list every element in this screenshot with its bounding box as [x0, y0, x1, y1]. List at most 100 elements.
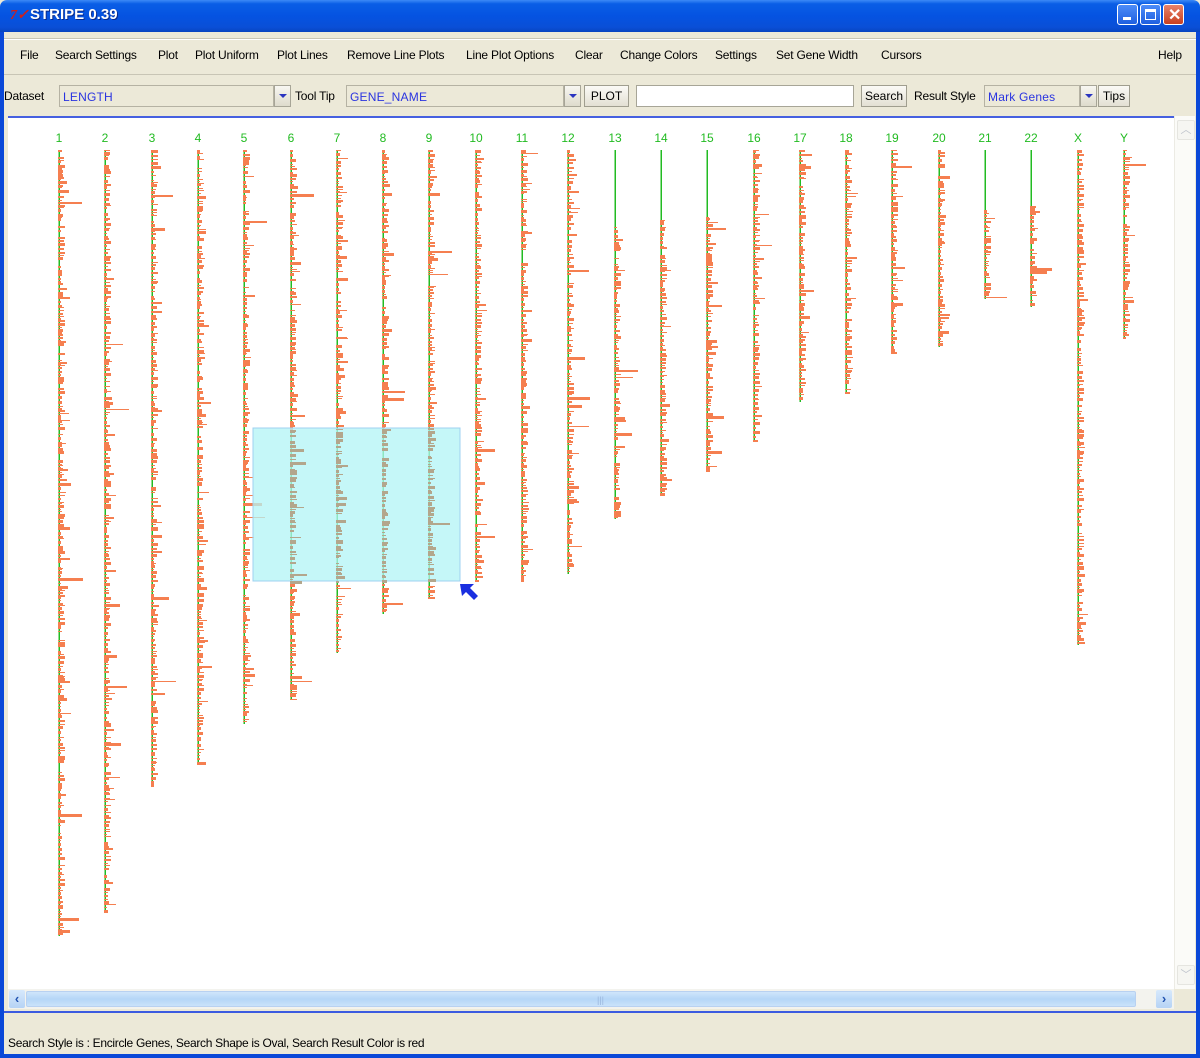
gene-bar[interactable]	[197, 333, 204, 335]
gene-bar[interactable]	[104, 252, 108, 254]
gene-bar[interactable]	[104, 588, 108, 589]
gene-bar[interactable]	[197, 642, 205, 643]
gene-bar[interactable]	[614, 485, 619, 486]
gene-bar[interactable]	[104, 291, 111, 294]
gene-bar[interactable]	[58, 668, 61, 671]
selected-gene-bar[interactable]	[336, 475, 339, 477]
gene-bar[interactable]	[336, 380, 339, 383]
gene-bar[interactable]	[753, 217, 760, 218]
gene-bar[interactable]	[58, 681, 70, 683]
gene-bar[interactable]	[104, 717, 107, 719]
gene-bar[interactable]	[428, 390, 432, 391]
gene-bar[interactable]	[290, 231, 293, 232]
gene-bar[interactable]	[891, 296, 897, 297]
gene-bar[interactable]	[753, 440, 758, 442]
gene-bar[interactable]	[521, 217, 524, 219]
tooltip-select[interactable]: GENE_NAME	[346, 85, 564, 107]
gene-bar[interactable]	[475, 230, 479, 231]
selected-gene-bar[interactable]	[336, 480, 341, 482]
gene-bar[interactable]	[567, 205, 571, 208]
gene-bar[interactable]	[151, 408, 158, 410]
gene-bar[interactable]	[521, 249, 526, 250]
gene-bar[interactable]	[567, 451, 572, 453]
gene-bar[interactable]	[382, 276, 389, 277]
gene-bar[interactable]	[58, 720, 65, 722]
gene-bar[interactable]	[243, 401, 246, 403]
gene-bar[interactable]	[475, 490, 478, 493]
gene-bar[interactable]	[104, 401, 109, 402]
gene-bar[interactable]	[1077, 214, 1081, 217]
gene-bar[interactable]	[614, 428, 618, 429]
gene-bar[interactable]	[243, 221, 267, 223]
gene-bar[interactable]	[197, 304, 202, 306]
gene-bar[interactable]	[151, 535, 162, 538]
gene-bar[interactable]	[891, 303, 903, 306]
gene-bar[interactable]	[1077, 315, 1084, 316]
selected-gene-bar[interactable]	[428, 517, 433, 518]
selected-gene-bar[interactable]	[382, 528, 388, 529]
gene-bar[interactable]	[243, 340, 246, 341]
gene-bar[interactable]	[753, 190, 758, 193]
gene-bar[interactable]	[1077, 486, 1080, 488]
gene-bar[interactable]	[382, 260, 389, 262]
gene-bar[interactable]	[706, 249, 710, 250]
gene-bar[interactable]	[151, 171, 154, 173]
gene-bar[interactable]	[660, 447, 666, 450]
gene-bar[interactable]	[891, 221, 895, 224]
gene-bar[interactable]	[799, 246, 803, 249]
gene-bar[interactable]	[475, 539, 480, 542]
gene-bar[interactable]	[1077, 420, 1084, 422]
gene-bar[interactable]	[475, 421, 481, 422]
selected-gene-bar[interactable]	[336, 435, 343, 438]
gene-bar[interactable]	[58, 772, 62, 773]
gene-bar[interactable]	[58, 714, 61, 715]
gene-bar[interactable]	[58, 218, 61, 219]
gene-bar[interactable]	[845, 368, 853, 369]
gene-bar[interactable]	[660, 462, 667, 465]
gene-bar[interactable]	[58, 607, 62, 610]
gene-bar[interactable]	[475, 306, 479, 308]
gene-bar[interactable]	[475, 371, 478, 372]
gene-bar[interactable]	[753, 152, 756, 153]
gene-bar[interactable]	[799, 211, 805, 213]
selected-gene-bar[interactable]	[428, 438, 436, 441]
gene-bar[interactable]	[1077, 319, 1082, 321]
selected-gene-bar[interactable]	[290, 541, 296, 544]
gene-bar[interactable]	[290, 159, 296, 162]
gene-bar[interactable]	[58, 316, 64, 317]
gene-bar[interactable]	[428, 410, 432, 413]
gene-bar[interactable]	[336, 189, 343, 190]
gene-bar[interactable]	[521, 534, 524, 535]
gene-bar[interactable]	[58, 514, 65, 516]
gene-bar[interactable]	[428, 302, 432, 304]
gene-bar[interactable]	[753, 436, 756, 438]
gene-bar[interactable]	[845, 370, 852, 372]
gene-bar[interactable]	[58, 503, 62, 504]
gene-bar[interactable]	[660, 453, 665, 455]
gene-bar[interactable]	[243, 171, 248, 174]
gene-bar[interactable]	[382, 150, 385, 153]
gene-bar[interactable]	[243, 424, 247, 427]
gene-bar[interactable]	[151, 726, 156, 727]
gene-bar[interactable]	[243, 279, 247, 282]
gene-bar[interactable]	[706, 377, 713, 379]
gene-bar[interactable]	[290, 694, 296, 697]
gene-bar[interactable]	[104, 558, 110, 560]
gene-bar[interactable]	[58, 377, 64, 379]
gene-bar[interactable]	[58, 546, 63, 548]
gene-bar[interactable]	[243, 157, 250, 160]
gene-bar[interactable]	[845, 260, 852, 262]
gene-bar[interactable]	[475, 265, 480, 266]
gene-bar[interactable]	[660, 260, 665, 263]
gene-bar[interactable]	[382, 387, 389, 390]
gene-bar[interactable]	[151, 166, 161, 169]
gene-bar[interactable]	[197, 738, 201, 741]
gene-bar[interactable]	[58, 181, 67, 184]
gene-bar[interactable]	[58, 918, 79, 921]
gene-bar[interactable]	[382, 225, 389, 227]
gene-bar[interactable]	[104, 566, 107, 569]
gene-bar[interactable]	[475, 192, 479, 194]
gene-bar[interactable]	[845, 180, 852, 183]
gene-bar[interactable]	[104, 690, 110, 691]
gene-bar[interactable]	[243, 339, 248, 340]
